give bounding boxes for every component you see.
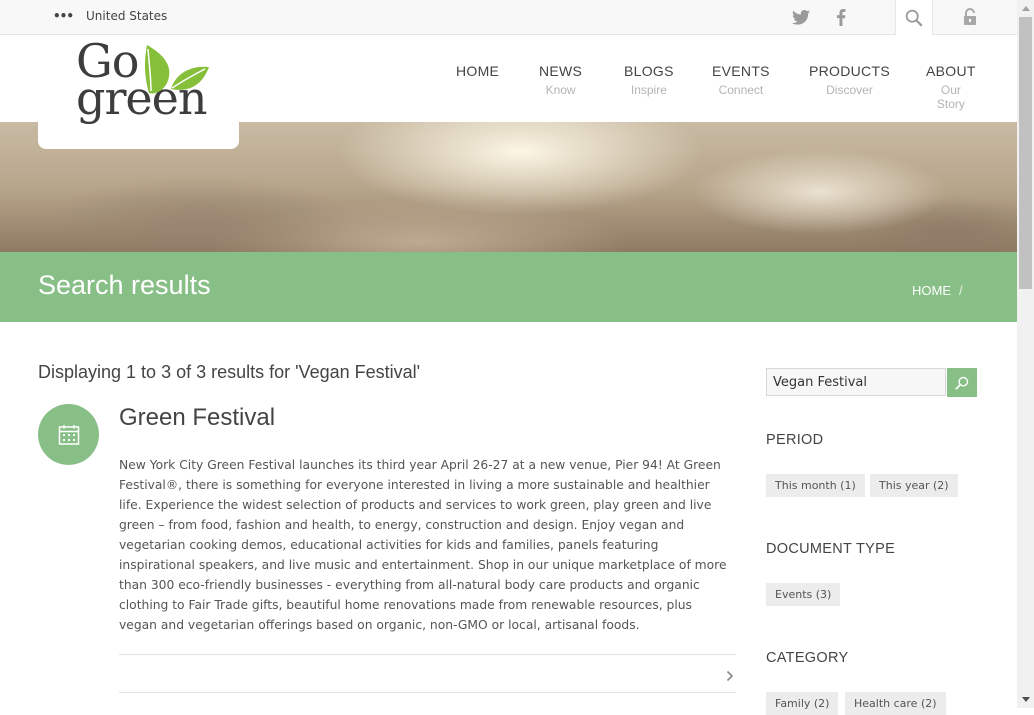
scrollbar-thumb[interactable] xyxy=(1019,17,1032,289)
breadcrumb-separator: / xyxy=(959,283,963,298)
nav-sub: Know xyxy=(545,83,576,97)
divider xyxy=(119,692,736,693)
nav-sub: Inspire xyxy=(630,83,667,97)
nav-sub: Connect xyxy=(718,83,764,97)
nav-label: NEWS xyxy=(539,63,583,79)
facet-tag-this-year[interactable]: This year (2) xyxy=(870,474,958,497)
country-selector[interactable]: ••• United States xyxy=(53,9,167,23)
results-summary: Displaying 1 to 3 of 3 results for 'Vega… xyxy=(38,362,421,382)
facet-heading-category: CATEGORY xyxy=(766,650,849,666)
chevron-right-icon[interactable] xyxy=(726,667,734,686)
result-excerpt: New York City Green Festival launches it… xyxy=(119,458,727,632)
facet-heading-document-type: DOCUMENT TYPE xyxy=(766,541,896,557)
search-icon xyxy=(955,376,969,390)
breadcrumb: HOME / xyxy=(912,283,963,298)
nav-item-products[interactable]: PRODUCTS Discover xyxy=(809,63,890,97)
nav-label: PRODUCTS xyxy=(809,63,890,79)
more-icon: ••• xyxy=(53,9,74,23)
search-input[interactable] xyxy=(766,368,946,396)
result-title[interactable]: Green Festival xyxy=(119,404,275,432)
facebook-icon[interactable] xyxy=(833,0,849,34)
nav-label: EVENTS xyxy=(712,63,770,79)
scroll-down-arrow-icon[interactable] xyxy=(1017,691,1034,708)
nav-item-news[interactable]: NEWS Know xyxy=(539,63,582,97)
twitter-icon[interactable] xyxy=(790,0,812,34)
nav-label: HOME xyxy=(456,63,500,79)
facet-tag-this-month[interactable]: This month (1) xyxy=(766,474,865,497)
leaf-icon xyxy=(145,45,209,94)
nav-item-home[interactable]: HOME xyxy=(456,63,499,83)
country-label: United States xyxy=(86,9,168,23)
page-title: Search results xyxy=(38,270,211,300)
facet-heading-period: PERIOD xyxy=(766,432,824,448)
search-icon[interactable] xyxy=(895,0,933,35)
nav-label: ABOUT xyxy=(926,63,976,79)
nav-item-events[interactable]: EVENTS Connect xyxy=(712,63,770,97)
breadcrumb-home[interactable]: HOME xyxy=(912,283,951,298)
lock-icon[interactable] xyxy=(958,0,982,34)
facet-tag-family[interactable]: Family (2) xyxy=(766,692,839,715)
divider xyxy=(119,654,736,655)
scrollbar[interactable] xyxy=(1017,0,1034,708)
nav-sub: Our Story xyxy=(936,83,965,111)
nav-label: BLOGS xyxy=(624,63,674,79)
nav-sub: Discover xyxy=(826,83,873,97)
scroll-up-arrow-icon[interactable] xyxy=(1017,0,1034,17)
page-title-bar: Search results HOME / xyxy=(0,252,1017,322)
top-bar: ••• United States xyxy=(0,0,1017,35)
nav-item-about[interactable]: ABOUT Our Story xyxy=(926,63,976,111)
search-button[interactable] xyxy=(947,368,977,397)
calendar-icon xyxy=(38,404,99,465)
facet-tag-events[interactable]: Events (3) xyxy=(766,583,841,606)
logo[interactable]: Go green xyxy=(38,35,239,149)
facet-tag-health-care[interactable]: Health care (2) xyxy=(845,692,946,715)
nav-item-blogs[interactable]: BLOGS Inspire xyxy=(624,63,674,97)
